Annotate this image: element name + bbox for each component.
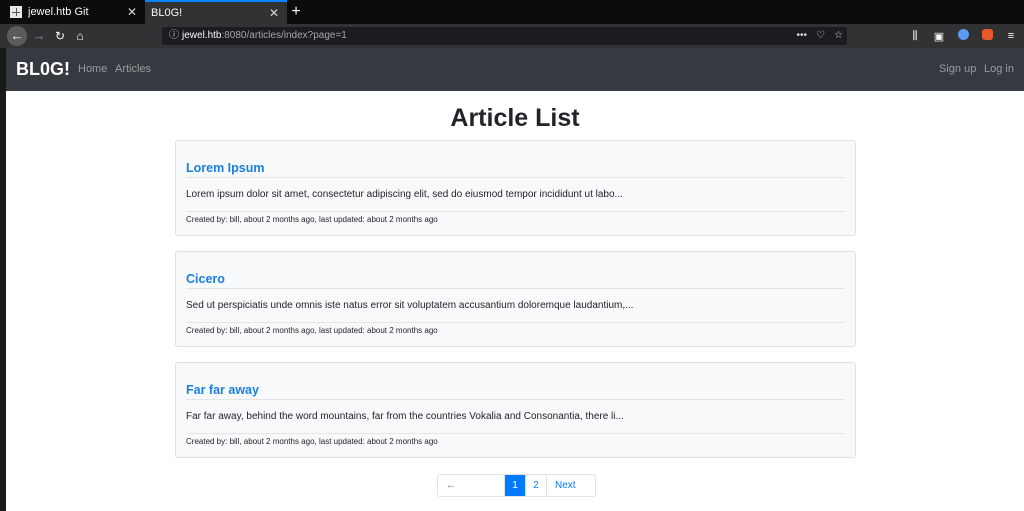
extension-icon[interactable]: [980, 29, 994, 43]
page-title: Article List: [450, 104, 580, 132]
back-button[interactable]: ←: [7, 26, 27, 46]
tab-title: jewel.htb Git: [28, 6, 89, 18]
library-icon[interactable]: ⫼: [908, 30, 922, 43]
tab-title: BL0G!: [151, 7, 183, 19]
tab-blog[interactable]: BL0G! ✕: [145, 0, 287, 24]
article-excerpt: Lorem ipsum dolor sit amet, consectetur …: [186, 189, 623, 200]
page-2-button[interactable]: 2: [526, 475, 547, 496]
article-meta: Created by: bill, about 2 months ago, la…: [186, 437, 438, 446]
divider: [186, 322, 845, 323]
article-title-link[interactable]: Far far away: [186, 383, 259, 397]
url-bar[interactable]: ⓘ jewel.htb:8080/articles/index?page=1 •…: [162, 27, 847, 45]
browser-tab-strip: jewel.htb Git ✕ BL0G! ✕ +: [0, 0, 1024, 24]
next-page-button[interactable]: Next →: [547, 475, 595, 496]
previous-page-button[interactable]: ← Previous: [438, 475, 505, 496]
site-info-icon[interactable]: ⓘ: [168, 27, 180, 45]
sidebar-icon[interactable]: ▣: [932, 30, 946, 43]
url-text[interactable]: jewel.htb:8080/articles/index?page=1: [182, 27, 347, 45]
account-icon[interactable]: [956, 29, 970, 43]
article-title-link[interactable]: Cicero: [186, 272, 225, 286]
page-1-button[interactable]: 1: [505, 475, 526, 496]
divider: [186, 288, 845, 289]
pagination: ← Previous 1 2 Next →: [437, 474, 596, 497]
close-tab-icon[interactable]: ✕: [123, 5, 141, 19]
article-title-link[interactable]: Lorem Ipsum: [186, 161, 265, 175]
divider: [186, 211, 845, 212]
site-brand[interactable]: BL0G!: [16, 48, 70, 91]
reload-icon[interactable]: ↻: [52, 24, 68, 48]
article-card: Cicero Sed ut perspiciatis unde omnis is…: [175, 251, 856, 347]
pocket-icon[interactable]: ♡: [816, 27, 825, 45]
divider: [186, 177, 845, 178]
divider: [186, 399, 845, 400]
nav-articles-link[interactable]: Articles: [115, 48, 151, 91]
site-navbar: BL0G! Home Articles Sign up Log in: [6, 48, 1024, 91]
nav-home-link[interactable]: Home: [78, 48, 107, 91]
article-card: Far far away Far far away, behind the wo…: [175, 362, 856, 458]
article-excerpt: Sed ut perspiciatis unde omnis iste natu…: [186, 300, 634, 311]
article-meta: Created by: bill, about 2 months ago, la…: [186, 326, 438, 335]
close-tab-icon[interactable]: ✕: [265, 6, 283, 20]
nav-signup-link[interactable]: Sign up: [939, 48, 976, 91]
article-meta: Created by: bill, about 2 months ago, la…: [186, 215, 438, 224]
page-actions-icon[interactable]: •••: [797, 27, 808, 45]
bookmark-star-icon[interactable]: ☆: [834, 27, 843, 45]
gitea-favicon-icon: [10, 6, 22, 18]
tab-jewel-git[interactable]: jewel.htb Git ✕: [0, 0, 145, 24]
divider: [186, 433, 845, 434]
nav-login-link[interactable]: Log in: [984, 48, 1014, 91]
home-icon[interactable]: ⌂: [72, 24, 88, 48]
new-tab-button[interactable]: +: [287, 0, 305, 24]
menu-icon[interactable]: ≡: [1004, 30, 1018, 42]
article-card: Lorem Ipsum Lorem ipsum dolor sit amet, …: [175, 140, 856, 236]
browser-toolbar: ← → ↻ ⌂ ⓘ jewel.htb:8080/articles/index?…: [0, 24, 1024, 48]
article-excerpt: Far far away, behind the word mountains,…: [186, 411, 624, 422]
forward-button[interactable]: →: [31, 24, 47, 48]
